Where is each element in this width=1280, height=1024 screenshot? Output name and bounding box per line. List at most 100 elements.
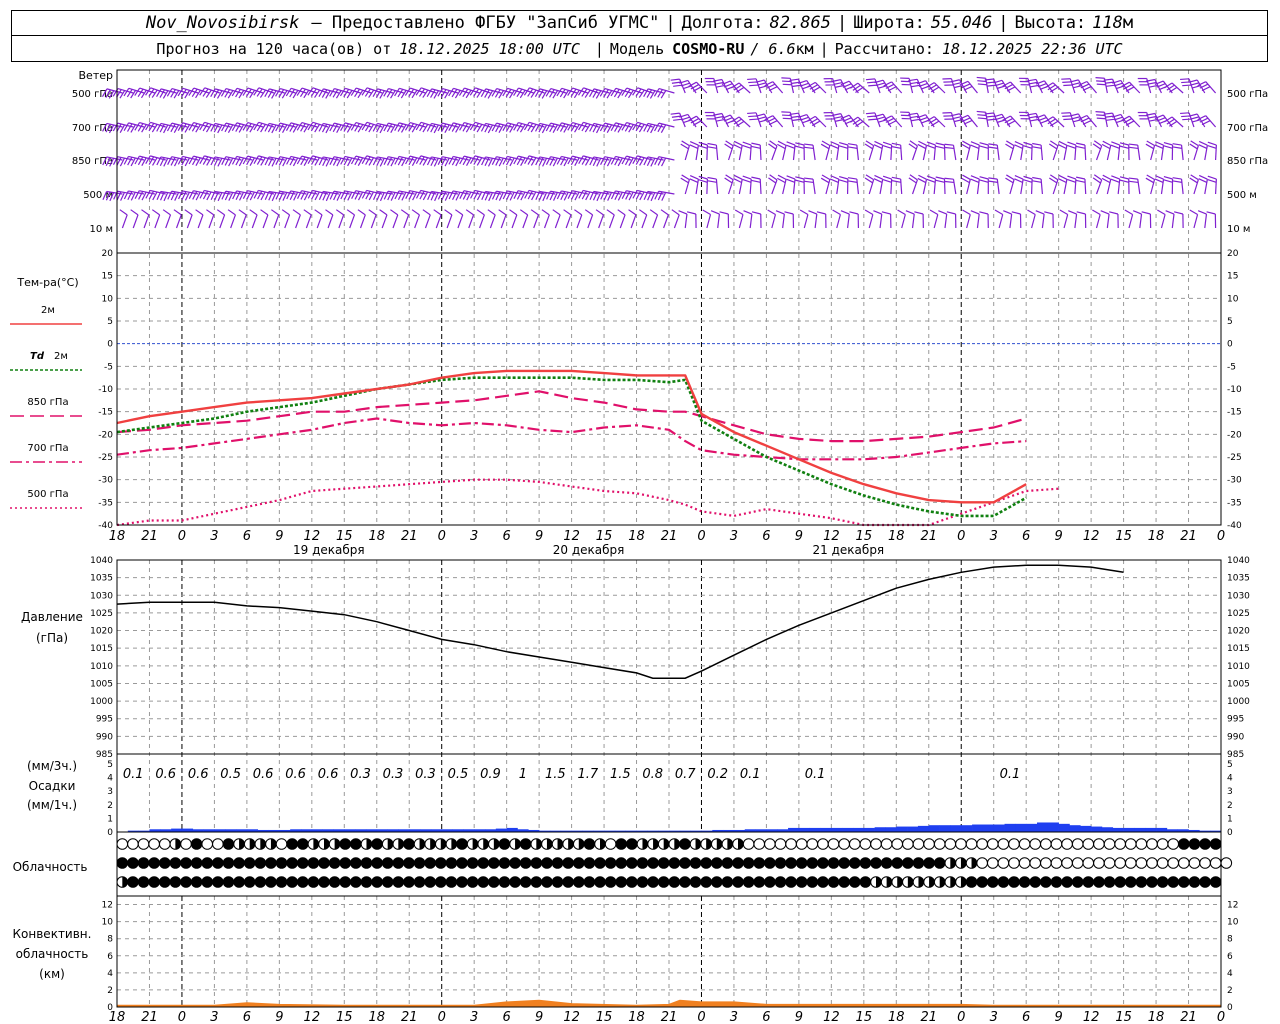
x-tick-label-bottom: 21	[1180, 1010, 1197, 1024]
wind-barb-feather	[199, 190, 205, 199]
wind-barb-feather	[614, 123, 620, 132]
wind-barb-feather	[891, 142, 901, 146]
wind-barb-feather	[249, 124, 256, 133]
wind-barb-shaft	[943, 178, 946, 195]
x-tick-label: 3	[730, 529, 738, 544]
wind-barb-feather	[530, 157, 537, 166]
wind-barb-feather	[1075, 176, 1086, 180]
wind-barb-feather	[552, 124, 559, 133]
precip-bar	[874, 827, 886, 832]
wind-barb-shaft	[943, 144, 946, 161]
precip-ytick-left: 3	[107, 787, 113, 797]
cloud-symbol	[201, 838, 214, 850]
wind-barb-feather	[455, 124, 461, 133]
wind-barb-feather	[874, 140, 883, 146]
wind-barb-feather	[1163, 145, 1173, 149]
wind-barb-feather	[563, 209, 572, 216]
wind-barb-shaft	[1128, 115, 1141, 128]
cloud-symbol-half	[971, 857, 977, 869]
wind-barb-feather	[996, 119, 1006, 124]
wind-barb-feather	[346, 124, 353, 133]
cloud-symbol	[604, 838, 617, 850]
wind-barb-feather	[733, 174, 743, 180]
wind-barb-feather	[1032, 176, 1042, 180]
wind-barb-feather	[357, 209, 366, 216]
temp-ytick-right: -40	[1227, 521, 1242, 531]
cloud-symbol	[1178, 838, 1190, 850]
x-tick-label-bottom: 3	[210, 1010, 218, 1024]
wind-barb-feather	[847, 143, 857, 146]
wind-barb-feather	[944, 177, 954, 180]
press-ytick-right: 1020	[1227, 627, 1250, 637]
wind-barb-feather	[799, 209, 809, 215]
wind-barb-shaft	[1009, 214, 1013, 229]
x-tick-label-bottom: 6	[503, 1010, 511, 1024]
precip-bar	[842, 827, 854, 832]
precip-3h-total: 0.3	[415, 767, 436, 782]
wind-panel: Ветер500 гПа 500 гПа700 гПа 700 гПа850 гПа…	[72, 69, 1268, 235]
temp-ytick-left: 15	[102, 272, 113, 282]
cloud-symbol	[1135, 876, 1148, 888]
x-tick-label: 12	[563, 529, 580, 544]
wind-barb-feather	[119, 90, 126, 99]
cloudiness-panel: Облачность	[13, 838, 1233, 888]
wind-barb-feather	[910, 84, 921, 88]
wind-barb-feather	[1106, 118, 1116, 121]
wind-barb-feather	[1029, 118, 1039, 122]
precip-bar	[798, 827, 811, 832]
wind-barb-shaft	[933, 82, 946, 94]
cloud-symbol	[976, 857, 988, 869]
wind-barb-feather	[979, 211, 989, 215]
cloud-symbol	[1156, 876, 1169, 888]
wind-barb-feather	[1201, 86, 1211, 92]
cloud-symbol	[1188, 876, 1201, 888]
x-tick-label: 6	[243, 529, 251, 544]
wind-barb-feather	[394, 156, 400, 165]
wind-barb-shaft	[952, 145, 957, 161]
wind-barb-shaft	[749, 144, 752, 161]
wind-barb-feather	[332, 123, 339, 133]
wind-barb-feather	[1163, 175, 1173, 180]
conv-ytick-right: 6	[1227, 952, 1233, 962]
wind-barb-feather	[498, 124, 504, 133]
wind-barb-shaft	[856, 145, 860, 161]
temp-ytick-left: -10	[98, 385, 113, 395]
wind-barb-feather	[1067, 141, 1077, 146]
conv-ytick-left: 6	[107, 952, 113, 962]
wind-barb-feather	[549, 123, 555, 133]
cloud-symbol	[1018, 876, 1031, 888]
temp-ytick-right: 0	[1227, 340, 1233, 350]
wind-barb-feather	[877, 119, 887, 123]
wind-barb-feather	[628, 124, 634, 133]
wind-barb-feather	[335, 209, 345, 216]
wind-barb-shaft	[890, 178, 893, 195]
wind-barb-feather	[1154, 144, 1164, 149]
cloud-symbol	[286, 838, 298, 850]
wind-barb-feather	[988, 180, 998, 183]
cloud-symbol	[732, 857, 744, 869]
wind-barb-feather	[1023, 175, 1033, 180]
cloud-symbol	[753, 838, 766, 850]
wind-barb-feather	[549, 89, 555, 98]
wind-barb-feather	[524, 155, 530, 164]
wind-barb-feather	[300, 156, 306, 166]
cloud-symbol	[275, 857, 288, 869]
wind-barb-feather	[673, 84, 683, 87]
cloud-symbol	[1124, 857, 1137, 869]
wind-barb-feather	[1124, 209, 1133, 215]
precip-bar	[1058, 823, 1070, 832]
cloud-symbol	[222, 876, 235, 888]
wind-barb-feather	[873, 144, 883, 150]
wind-barb-feather	[184, 209, 193, 216]
wind-barb-shaft	[500, 214, 507, 229]
wind-barb-shaft	[1117, 145, 1121, 161]
wind-barb-feather	[808, 210, 818, 215]
cloud-symbol	[403, 876, 415, 888]
wind-barb-shaft	[424, 214, 431, 229]
wind-barb-shaft	[814, 214, 818, 229]
cloud-symbol	[1061, 876, 1073, 888]
cloud-symbol	[806, 838, 819, 850]
wind-barb-shaft	[759, 178, 762, 195]
wind-barb-shaft	[630, 214, 637, 229]
cloud-symbol	[1029, 857, 1042, 869]
